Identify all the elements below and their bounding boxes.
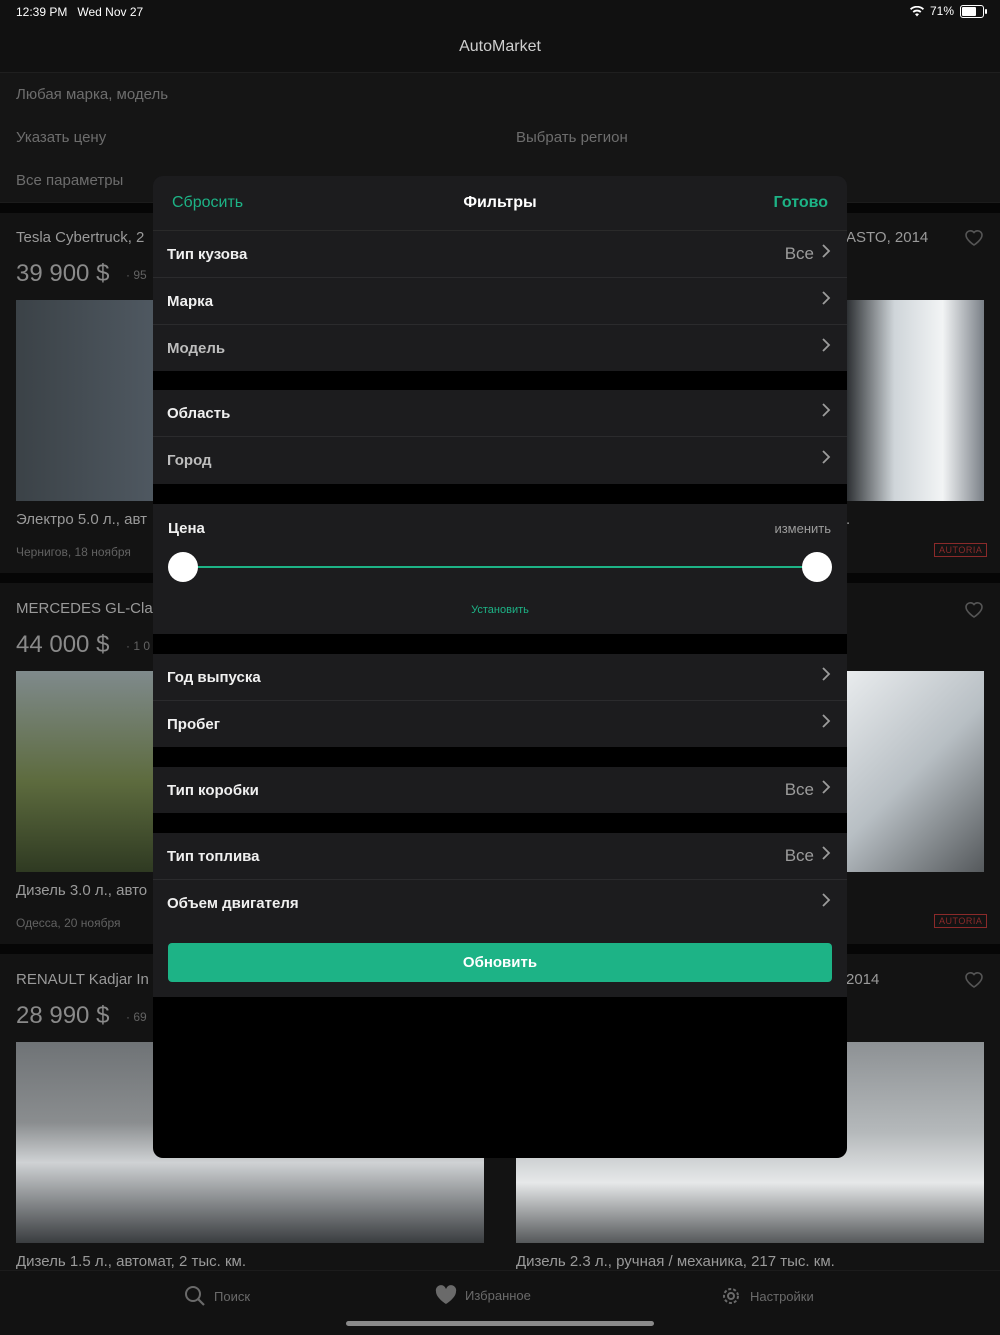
chevron-right-icon xyxy=(822,667,831,681)
listing-price: 28 990 $ xyxy=(16,1002,110,1029)
price-slider-min-handle[interactable] xyxy=(168,552,198,582)
listing-meta: Чернигов, 18 ноября xyxy=(16,545,131,559)
listing-price: 44 000 $ xyxy=(16,631,110,658)
autoria-badge: AUTORIA xyxy=(934,914,988,928)
update-button[interactable]: Обновить xyxy=(168,943,832,982)
search-price-region-row: Указать цену Выбрать регион xyxy=(0,116,1000,160)
price-change-link[interactable]: изменить xyxy=(774,521,831,536)
search-region[interactable]: Выбрать регион xyxy=(516,129,628,146)
filter-fuel[interactable]: Тип топлива Все xyxy=(153,833,847,880)
listing-title[interactable]: 2014 xyxy=(846,971,879,988)
status-time: 12:39 PM Wed Nov 27 xyxy=(16,5,144,19)
listing-photo[interactable] xyxy=(846,671,984,872)
tab-favorites[interactable]: Избранное xyxy=(435,1285,531,1305)
filters-modal: Сбросить Фильтры Готово Тип кузова Все М… xyxy=(153,176,847,1158)
wifi-icon xyxy=(909,5,924,16)
tab-search[interactable]: Поиск xyxy=(184,1285,250,1307)
battery-icon xyxy=(960,4,987,18)
listing-title[interactable]: ASTO, 2014 xyxy=(846,229,928,246)
autoria-badge: AUTORIA xyxy=(934,543,988,557)
search-price[interactable]: Указать цену xyxy=(16,129,106,146)
filter-model[interactable]: Модель xyxy=(153,325,847,371)
listing-desc: Электро 5.0 л., авт xyxy=(16,511,147,528)
listing-price: 39 900 $ xyxy=(16,260,110,287)
filter-brand[interactable]: Марка xyxy=(153,278,847,325)
heart-icon xyxy=(435,1285,457,1304)
filter-engine-volume[interactable]: Объем двигателя xyxy=(153,880,847,926)
gear-icon xyxy=(723,1288,739,1304)
battery-percent: 71% xyxy=(929,4,954,18)
chevron-right-icon xyxy=(822,450,831,464)
price-slider-max-handle[interactable] xyxy=(802,552,832,582)
status-bar: 12:39 PM Wed Nov 27 71% xyxy=(0,0,1000,26)
app-title: AutoMarket xyxy=(459,38,541,55)
done-button[interactable]: Готово xyxy=(774,194,828,212)
home-indicator xyxy=(346,1321,654,1326)
listing-title[interactable]: MERCEDES GL-Cla xyxy=(16,600,153,617)
price-filter: Цена изменить Установить xyxy=(153,504,847,634)
chevron-right-icon xyxy=(822,338,831,352)
price-slider-track[interactable] xyxy=(183,566,817,568)
filter-region[interactable]: Область xyxy=(153,390,847,437)
price-set-button[interactable]: Установить xyxy=(153,604,847,616)
favorite-heart-icon[interactable] xyxy=(964,228,983,246)
chevron-right-icon xyxy=(822,403,831,417)
filter-body-type[interactable]: Тип кузова Все xyxy=(153,231,847,278)
listing-title[interactable]: RENAULT Kadjar In xyxy=(16,971,149,988)
listing-desc: Дизель 1.5 л., автомат, 2 тыс. км. xyxy=(16,1253,247,1270)
chevron-right-icon xyxy=(822,893,831,907)
listing-title[interactable]: Tesla Cybertruck, 2 xyxy=(16,229,144,246)
listing-meta: Одесса, 20 ноября xyxy=(16,916,121,930)
nav-bar: AutoMarket xyxy=(0,26,1000,73)
favorite-heart-icon[interactable] xyxy=(964,970,983,988)
filter-gearbox[interactable]: Тип коробки Все xyxy=(153,767,847,813)
chevron-right-icon xyxy=(822,714,831,728)
favorite-heart-icon[interactable] xyxy=(964,600,983,618)
modal-title: Фильтры xyxy=(463,194,537,211)
listing-photo[interactable] xyxy=(846,300,984,501)
modal-header: Сбросить Фильтры Готово xyxy=(153,176,847,231)
price-label: Цена xyxy=(168,520,205,537)
filter-year[interactable]: Год выпуска xyxy=(153,654,847,701)
listing-desc: Дизель 2.3 л., ручная / механика, 217 ты… xyxy=(516,1253,835,1270)
listing-desc: Дизель 3.0 л., авто xyxy=(16,882,148,899)
filter-mileage[interactable]: Пробег xyxy=(153,701,847,747)
search-brand-model[interactable]: Любая марка, модель xyxy=(0,73,1000,117)
chevron-right-icon xyxy=(822,780,831,794)
search-icon xyxy=(185,1286,205,1306)
chevron-right-icon xyxy=(822,846,831,860)
status-right: 71% xyxy=(909,4,987,18)
chevron-right-icon xyxy=(822,291,831,305)
chevron-right-icon xyxy=(822,244,831,258)
filter-city[interactable]: Город xyxy=(153,437,847,483)
tab-settings[interactable]: Настройки xyxy=(720,1285,814,1307)
